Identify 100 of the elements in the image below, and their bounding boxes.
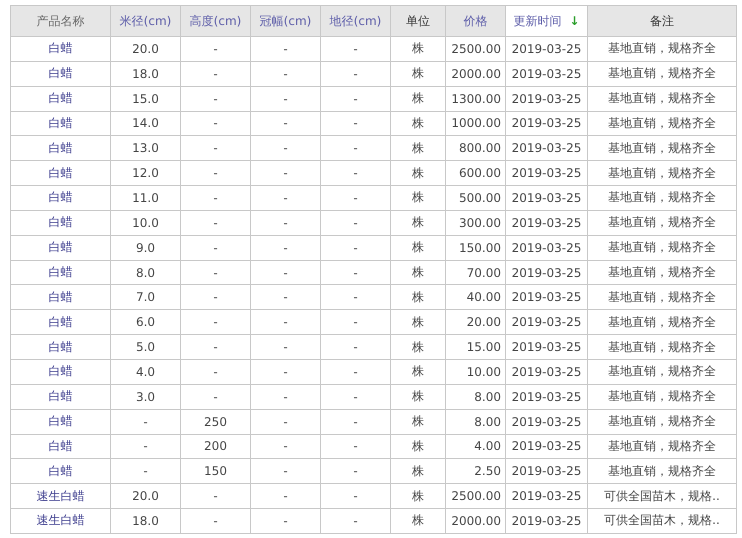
table-cell: 株 [412,65,424,82]
table-cell: 株 [412,114,424,132]
product-link[interactable]: 白蜡 [48,239,72,256]
table-cell: 4.00 [474,439,501,454]
table-cell: - [213,364,218,379]
table-cell: - [213,66,218,81]
table-cell: 株 [412,164,424,182]
table-cell: - [283,414,288,429]
product-link[interactable]: 白蜡 [48,462,72,480]
table-cell: 基地直销，规格齐全 [608,214,716,232]
column-header[interactable]: 地径(cm) [320,6,390,36]
table-cell: - [353,414,358,429]
table-cell: - [353,315,358,330]
table-cell: 15.0 [132,92,159,106]
table-cell: - [353,116,358,130]
table-cell: - [283,92,288,106]
product-link[interactable]: 白蜡 [48,438,72,455]
table-cell: 1300.00 [451,92,501,106]
table-cell: 6.0 [136,315,156,330]
table-cell: - [353,92,358,106]
product-link[interactable]: 白蜡 [48,388,72,406]
table-cell: 18.0 [132,514,159,528]
table-cell: 基地直销，规格齐全 [608,388,716,406]
table-cell: 8.00 [474,390,501,404]
table-cell: 15.00 [466,340,501,354]
table-cell: 株 [412,363,424,380]
table-cell: - [213,290,218,304]
table-cell: - [353,141,358,156]
table-cell: 株 [412,512,424,530]
table-cell: - [213,216,218,230]
table-cell: - [213,390,218,404]
table-cell: 2019-03-25 [512,216,582,230]
table-cell: 250 [204,414,227,429]
column-header[interactable]: 价格 [446,6,506,36]
product-link[interactable]: 白蜡 [48,264,72,282]
table-cell: 2019-03-25 [512,414,582,429]
column-header[interactable]: 米径(cm) [110,6,180,36]
table-cell: 800.00 [459,141,501,156]
table-cell: 2019-03-25 [512,290,582,304]
table-cell: - [283,42,288,56]
table-cell: 2.50 [474,464,501,478]
table-cell: 基地直销，规格齐全 [608,462,716,480]
table-cell: - [353,340,358,354]
table-cell: - [353,364,358,379]
product-link[interactable]: 白蜡 [48,214,72,232]
table-cell: - [353,464,358,478]
column-header: 备注 [588,6,736,36]
table-cell: - [213,240,218,255]
table-cell: 株 [412,239,424,256]
table-cell: 株 [412,388,424,406]
table-cell: - [283,315,288,330]
table-cell: 20.0 [132,489,159,504]
table-cell: 7.0 [136,290,156,304]
table-cell: 2019-03-25 [512,66,582,81]
table-cell: 株 [412,413,424,430]
table-cell: - [283,240,288,255]
table-cell: - [213,489,218,504]
table-cell: 600.00 [459,166,501,180]
product-link[interactable]: 白蜡 [48,363,72,380]
product-link[interactable]: 白蜡 [48,90,72,108]
table-cell: - [213,116,218,130]
table-cell: 200 [204,439,227,454]
column-header[interactable]: 高度(cm) [180,6,250,36]
table-cell: - [283,166,288,180]
product-link[interactable]: 白蜡 [48,314,72,331]
table-cell: - [213,266,218,280]
product-link[interactable]: 白蜡 [48,338,72,356]
product-link[interactable]: 白蜡 [48,164,72,182]
product-link[interactable]: 白蜡 [48,189,72,206]
table-cell: 基地直销，规格齐全 [608,189,716,206]
table-cell: 20.00 [466,315,501,330]
table-cell: - [353,42,358,56]
table-cell: 2019-03-25 [512,439,582,454]
table-cell: - [353,439,358,454]
product-link[interactable]: 白蜡 [48,65,72,82]
table-cell: 2019-03-25 [512,315,582,330]
column-header[interactable]: 更新时间 ↓ [506,6,588,36]
column-header[interactable]: 冠幅(cm) [250,6,320,36]
table-cell: 14.0 [132,116,159,130]
table-cell: - [283,364,288,379]
table-cell: 2019-03-25 [512,240,582,255]
table-cell: - [353,489,358,504]
product-link[interactable]: 白蜡 [48,140,72,157]
product-link[interactable]: 白蜡 [48,413,72,430]
product-link[interactable]: 白蜡 [48,114,72,132]
table-cell: 500.00 [459,190,501,205]
table-cell: 10.00 [466,364,501,379]
product-link[interactable]: 白蜡 [48,288,72,306]
table-cell: 株 [412,288,424,306]
table-cell: - [213,340,218,354]
table-cell: 株 [412,189,424,206]
table-cell: - [213,315,218,330]
table-cell: 10.0 [132,216,159,230]
table-cell: 基地直销，规格齐全 [608,164,716,182]
table-cell: 株 [412,314,424,331]
table-cell: - [283,190,288,205]
table-cell: 株 [412,488,424,505]
product-link[interactable]: 白蜡 [48,40,72,58]
table-cell: 2019-03-25 [512,166,582,180]
table-cell: 株 [412,338,424,356]
